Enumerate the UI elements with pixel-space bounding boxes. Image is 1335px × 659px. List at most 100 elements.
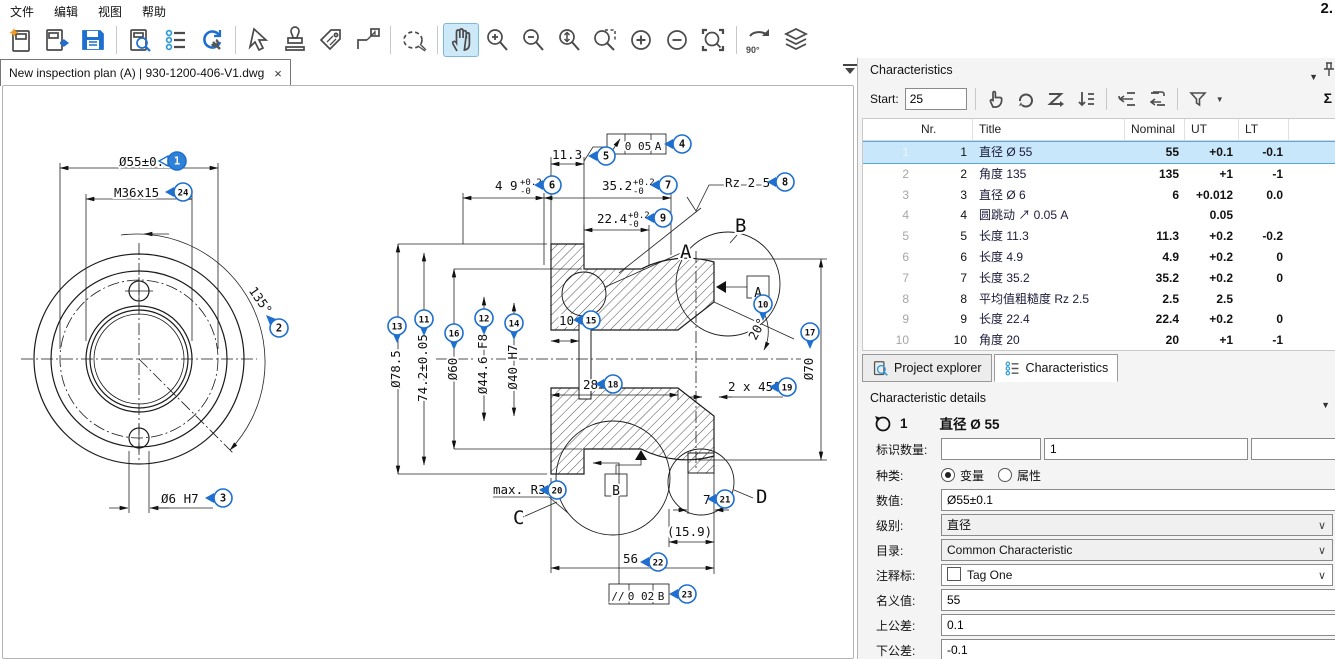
svg-text:2: 2: [276, 323, 282, 335]
characteristic-balloon[interactable]: 23: [669, 585, 696, 603]
menu-item[interactable]: 帮助: [132, 1, 176, 22]
characteristics-list-icon[interactable]: [159, 24, 193, 56]
table-row[interactable]: 11直径 Ø 5555+0.1-0.1: [863, 141, 1335, 164]
stamp-tool-icon[interactable]: [278, 24, 312, 56]
dimension-label: B: [658, 590, 665, 603]
table-cell: 2: [863, 164, 915, 185]
characteristic-balloon[interactable]: 11: [415, 310, 433, 336]
tab-list-menu-icon[interactable]: [843, 64, 857, 82]
zoom-in-icon[interactable]: [480, 24, 514, 56]
insert-after-icon[interactable]: [1145, 87, 1169, 111]
tag-checkbox[interactable]: [947, 567, 961, 581]
start-input[interactable]: [905, 88, 967, 110]
dimension-label: 56: [623, 551, 638, 566]
tag-tool-icon[interactable]: [314, 24, 348, 56]
rotate-90-icon[interactable]: 90°: [743, 24, 777, 56]
characteristics-list-icon: [1004, 360, 1021, 377]
table-cell: 4: [915, 205, 973, 226]
svg-text:17: 17: [805, 329, 816, 339]
filter-icon[interactable]: [1186, 87, 1210, 111]
freehand-region-tool-icon[interactable]: [397, 24, 431, 56]
radio-icon[interactable]: [998, 468, 1012, 482]
tab-close-icon[interactable]: ×: [274, 66, 282, 81]
kind-radio-option[interactable]: 变量: [941, 469, 984, 483]
dimension-label: 35.2: [602, 178, 632, 193]
repath-icon[interactable]: [1044, 87, 1068, 111]
details-collapse-icon[interactable]: ▼: [1321, 393, 1330, 417]
characteristic-title: 直径 Ø 55: [940, 413, 1000, 433]
id-count-input-3[interactable]: [1251, 438, 1335, 460]
nominal-input[interactable]: [941, 589, 1335, 611]
renumber-icon[interactable]: [1014, 87, 1038, 111]
table-row[interactable]: 55长度 11.311.3+0.2-0.2: [863, 226, 1335, 247]
panel-collapse-icon[interactable]: ▼: [1309, 65, 1318, 89]
layers-icon[interactable]: [779, 24, 813, 56]
characteristic-balloon[interactable]: 13: [388, 317, 406, 343]
characteristic-balloon[interactable]: 21: [707, 490, 734, 508]
tag-select[interactable]: Tag One∨: [941, 564, 1333, 586]
table-cell: 0.0: [1239, 185, 1289, 206]
table-row[interactable]: 88平均值粗糙度 Rz 2.52.52.5: [863, 289, 1335, 310]
panel-pin-icon[interactable]: [1322, 62, 1335, 86]
menu-item[interactable]: 视图: [88, 1, 132, 22]
reduce-icon[interactable]: [660, 24, 694, 56]
table-cell: 3: [863, 185, 915, 206]
filter-dropdown-icon[interactable]: ▼: [1216, 95, 1224, 104]
sigma-icon[interactable]: Σ: [1324, 90, 1332, 106]
save-icon[interactable]: [76, 24, 110, 56]
sort-list-icon[interactable]: [1074, 87, 1098, 111]
lower-tolerance-input[interactable]: [941, 639, 1335, 659]
value-input[interactable]: [941, 489, 1335, 511]
table-row[interactable]: 77长度 35.235.2+0.20: [863, 268, 1335, 289]
characteristic-balloon[interactable]: 16: [445, 324, 463, 350]
update-tools-icon[interactable]: [195, 24, 229, 56]
kind-radio-option[interactable]: 属性: [998, 469, 1041, 483]
callout-tool-icon[interactable]: [350, 24, 384, 56]
open-inspection-plan-icon[interactable]: [40, 24, 74, 56]
select-tool-icon[interactable]: [242, 24, 276, 56]
characteristic-balloon[interactable]: 4: [664, 135, 691, 153]
table-row[interactable]: 1010角度 2020+1-1: [863, 330, 1335, 351]
characteristic-balloon[interactable]: 3: [205, 489, 232, 507]
find-characteristics-icon[interactable]: [123, 24, 157, 56]
tab-characteristics[interactable]: Characteristics: [994, 354, 1119, 382]
table-row[interactable]: 33直径 Ø 66+0.0120.0: [863, 185, 1335, 206]
zoom-out-icon[interactable]: [516, 24, 550, 56]
catalog-select[interactable]: Common Characteristic∨: [941, 539, 1333, 561]
svg-text:12: 12: [479, 315, 490, 325]
insert-before-icon[interactable]: [1115, 87, 1139, 111]
characteristic-balloon[interactable]: 24: [165, 183, 192, 201]
zoom-fit-icon[interactable]: [696, 24, 730, 56]
table-cell: -1: [1239, 330, 1289, 351]
table-cell: 长度 22.4: [973, 309, 1125, 330]
select-hand-icon[interactable]: [984, 87, 1008, 111]
id-count-input-1[interactable]: [941, 438, 1041, 460]
svg-text:24: 24: [178, 189, 189, 199]
characteristic-balloon[interactable]: 5: [588, 147, 615, 165]
new-inspection-plan-icon[interactable]: [4, 24, 38, 56]
level-select[interactable]: 直径∨: [941, 514, 1333, 536]
table-row[interactable]: 22角度 135135+1-1: [863, 164, 1335, 185]
pan-tool-icon[interactable]: [444, 24, 478, 56]
table-row[interactable]: 99长度 22.422.4+0.20: [863, 309, 1335, 330]
drawing-canvas[interactable]: Ø55±0.1M36x15135°Ø6 H711.34 9+0.2-035.2+…: [2, 85, 854, 659]
id-count-input-2[interactable]: [1044, 438, 1248, 460]
tab-project-explorer[interactable]: Project explorer: [862, 354, 992, 382]
table-cell: 0: [1239, 309, 1289, 330]
upper-tolerance-input[interactable]: [941, 614, 1335, 636]
radio-icon[interactable]: [941, 468, 955, 482]
characteristic-balloon[interactable]: 12: [475, 309, 493, 335]
characteristic-balloon[interactable]: 8: [767, 173, 794, 191]
document-tab[interactable]: New inspection plan (A) | 930-1200-406-V…: [0, 59, 291, 86]
characteristic-balloon[interactable]: 2: [266, 315, 288, 337]
table-row[interactable]: 66长度 4.94.9+0.20: [863, 247, 1335, 268]
menu-item[interactable]: 编辑: [44, 1, 88, 22]
enlarge-icon[interactable]: [624, 24, 658, 56]
zoom-vertical-icon[interactable]: [552, 24, 586, 56]
characteristic-balloon[interactable]: 14: [505, 314, 523, 340]
menu-item[interactable]: 文件: [0, 1, 44, 22]
zoom-window-icon[interactable]: [588, 24, 622, 56]
dimension-label: 20°: [745, 315, 769, 342]
table-row[interactable]: 44圆跳动 ↗ 0.05 A0.05: [863, 205, 1335, 226]
characteristic-balloon[interactable]: 17: [801, 323, 819, 349]
